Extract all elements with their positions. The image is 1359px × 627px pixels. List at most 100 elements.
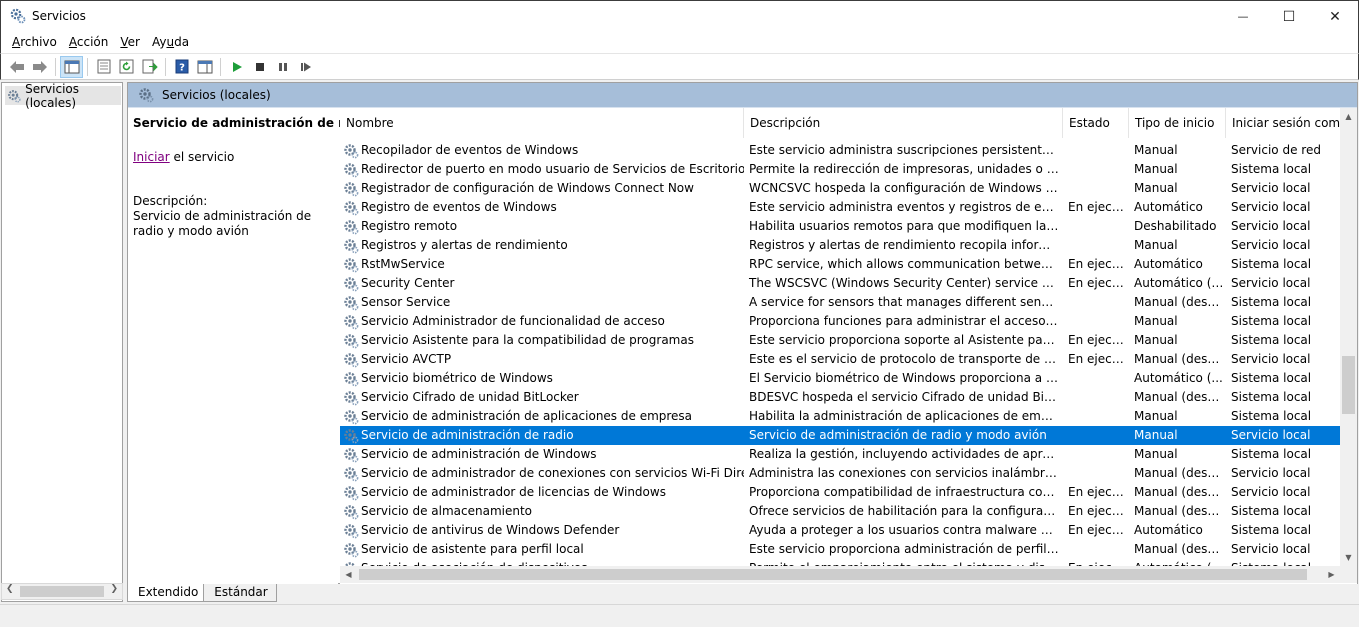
window-title: Servicios [32, 9, 86, 23]
service-name: Servicio de administración de radio [361, 428, 574, 442]
column-header-startup-type[interactable]: Tipo de inicio [1129, 108, 1226, 138]
service-status: En ejecu... [1068, 504, 1127, 518]
properties-icon [97, 59, 110, 74]
scroll-left-icon[interactable]: ◀ [340, 566, 357, 583]
toolbar: ? [0, 53, 1359, 80]
service-name: Servicio Administrador de funcionalidad … [361, 314, 665, 328]
tab-extendido[interactable]: Extendido [127, 584, 208, 602]
selected-service-title: Servicio de administración de radio [133, 116, 374, 130]
show-console-tree-button[interactable] [60, 55, 83, 78]
service-name-cell: Servicio de almacenamiento [340, 502, 744, 521]
service-name: Servicio de administrador de conexiones … [361, 466, 744, 480]
status-bar [0, 604, 1359, 627]
service-name-cell: Servicio AVCTP [340, 350, 744, 369]
action-pane-icon [197, 60, 212, 73]
start-service-link[interactable]: Iniciar [133, 150, 170, 164]
forward-button[interactable] [28, 56, 51, 78]
start-service-button[interactable] [225, 56, 248, 78]
table-row[interactable]: Security Center The WSCSVC (Windows Secur… [340, 274, 1340, 293]
service-name-cell: Servicio de administración de Windows [340, 445, 744, 464]
service-name-cell: Servicio Asistente para la compatibilida… [340, 331, 744, 350]
table-row[interactable]: Servicio AVCTP Este es el servicio de pro… [340, 350, 1340, 369]
service-gear-icon [344, 143, 359, 158]
service-gear-icon [344, 257, 359, 272]
service-startup-type: Manual (dese... [1134, 390, 1224, 404]
properties-button[interactable] [92, 56, 115, 78]
table-row[interactable]: Servicio de almacenamiento Ofrece servici… [340, 502, 1340, 521]
vertical-scrollbar[interactable]: ▲ ▼ [1340, 108, 1357, 566]
table-row[interactable]: Registrador de configuración de Windows … [340, 179, 1340, 198]
table-row[interactable]: Sensor Service A service for sensors that… [340, 293, 1340, 312]
service-description: El Servicio biométrico de Windows propor… [749, 371, 1059, 385]
table-row[interactable]: Servicio Administrador de funcionalidad … [340, 312, 1340, 331]
service-startup-type: Manual [1134, 409, 1178, 423]
service-status [1063, 141, 1127, 160]
scroll-left-icon[interactable]: ❮ [6, 584, 14, 594]
scroll-thumb[interactable] [359, 569, 1307, 580]
service-logon-as: Sistema local [1231, 314, 1312, 328]
tab-estandar[interactable]: Estándar [203, 584, 277, 602]
table-row[interactable]: Servicio Asistente para la compatibilida… [340, 331, 1340, 350]
service-gear-icon [344, 390, 359, 405]
service-startup-type: Manual (dese... [1134, 542, 1224, 556]
table-row[interactable]: Servicio de administrador de licencias d… [340, 483, 1340, 502]
scroll-down-icon[interactable]: ▼ [1340, 549, 1357, 566]
help-button[interactable]: ? [170, 56, 193, 78]
table-row[interactable]: Servicio de antivirus de Windows Defende… [340, 521, 1340, 540]
table-row[interactable]: Servicio biométrico de Windows El Servici… [340, 369, 1340, 388]
table-row[interactable]: Servicio Cifrado de unidad BitLocker BDES… [340, 388, 1340, 407]
maximize-button[interactable]: ☐ [1266, 1, 1312, 32]
table-row[interactable]: Servicio de administrador de conexiones … [340, 464, 1340, 483]
menu-accion[interactable]: Acción [63, 35, 114, 49]
service-gear-icon [344, 466, 359, 481]
refresh-button[interactable] [115, 56, 138, 78]
scroll-up-icon[interactable]: ▲ [1340, 108, 1357, 125]
table-row[interactable]: RstMwService RPC service, which allows co… [340, 255, 1340, 274]
table-row[interactable]: Servicio de asistente para perfil local E… [340, 540, 1340, 559]
service-name-cell: Registrador de configuración de Windows … [340, 179, 744, 198]
service-startup-type: Manual [1134, 314, 1178, 328]
pause-service-button[interactable] [271, 56, 294, 78]
tree-horizontal-scrollbar[interactable]: ❮ ❯ [1, 583, 123, 600]
service-name: Servicio biométrico de Windows [361, 371, 553, 385]
show-action-pane-button[interactable] [193, 56, 216, 78]
table-row[interactable]: Servicio de administración de aplicacion… [340, 407, 1340, 426]
service-gear-icon [344, 428, 359, 443]
export-list-button[interactable] [138, 56, 161, 78]
service-description: Este servicio proporciona soporte al Asi… [749, 333, 1059, 347]
scroll-right-icon[interactable]: ▶ [1323, 566, 1340, 583]
service-startup-type: Automático [1134, 200, 1203, 214]
table-row[interactable]: Recopilador de eventos de Windows Este se… [340, 141, 1340, 160]
table-row[interactable]: Registros y alertas de rendimiento Regist… [340, 236, 1340, 255]
table-row[interactable]: Servicio de administración de Windows Rea… [340, 445, 1340, 464]
start-service-suffix: el servicio [169, 150, 235, 164]
stop-service-button[interactable] [248, 56, 271, 78]
menu-archivo[interactable]: Archivo [6, 35, 63, 49]
service-status [1063, 426, 1127, 445]
minimize-button[interactable]: — [1220, 1, 1266, 32]
scroll-right-icon[interactable]: ❯ [110, 584, 118, 594]
tree-item-servicios-locales[interactable]: Servicios (locales) [5, 82, 121, 110]
table-row[interactable]: Registro remoto Habilita usuarios remotos… [340, 217, 1340, 236]
back-button[interactable] [5, 56, 28, 78]
service-name: Servicio de administración de Windows [361, 447, 597, 461]
scroll-thumb[interactable] [20, 586, 104, 597]
table-row[interactable]: Servicio de administración de radio Servi… [340, 426, 1340, 445]
service-logon-as: Sistema local [1231, 447, 1312, 461]
menu-ayuda[interactable]: Ayuda [146, 35, 195, 49]
column-header-status[interactable]: Estado [1063, 108, 1129, 138]
close-icon: ✕ [1329, 8, 1341, 25]
restart-service-button[interactable] [294, 56, 317, 78]
menu-ver[interactable]: Ver [114, 35, 146, 49]
horizontal-scrollbar[interactable]: ◀ ▶ [340, 566, 1340, 583]
table-row[interactable]: Registro de eventos de Windows Este servi… [340, 198, 1340, 217]
service-name: Servicio de administrador de licencias d… [361, 485, 666, 499]
menu-bar: Archivo Acción Ver Ayuda [0, 31, 1359, 53]
column-header-logon-as[interactable]: Iniciar sesión como [1226, 108, 1340, 138]
service-status [1063, 236, 1127, 255]
service-logon-as: Servicio de red [1231, 143, 1321, 157]
close-button[interactable]: ✕ [1312, 1, 1358, 32]
table-row[interactable]: Redirector de puerto en modo usuario de … [340, 160, 1340, 179]
scroll-thumb[interactable] [1342, 356, 1355, 414]
column-header-description[interactable]: Descripción [744, 108, 1063, 138]
